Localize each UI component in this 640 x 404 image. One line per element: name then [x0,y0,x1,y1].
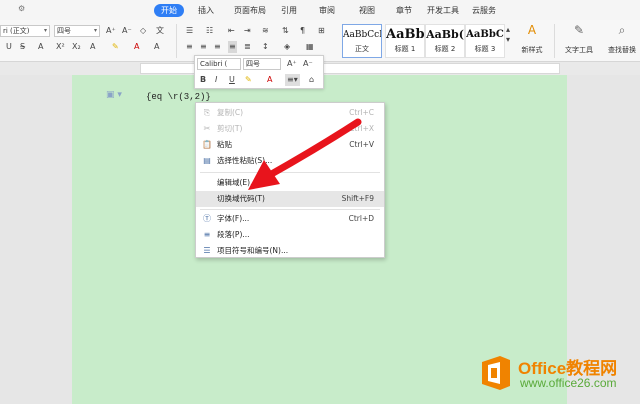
watermark: Office教程网 www.office26.com [478,352,640,402]
watermark-url: www.office26.com [520,376,617,390]
annotation-arrow [248,118,362,190]
office-logo-icon [482,356,510,390]
